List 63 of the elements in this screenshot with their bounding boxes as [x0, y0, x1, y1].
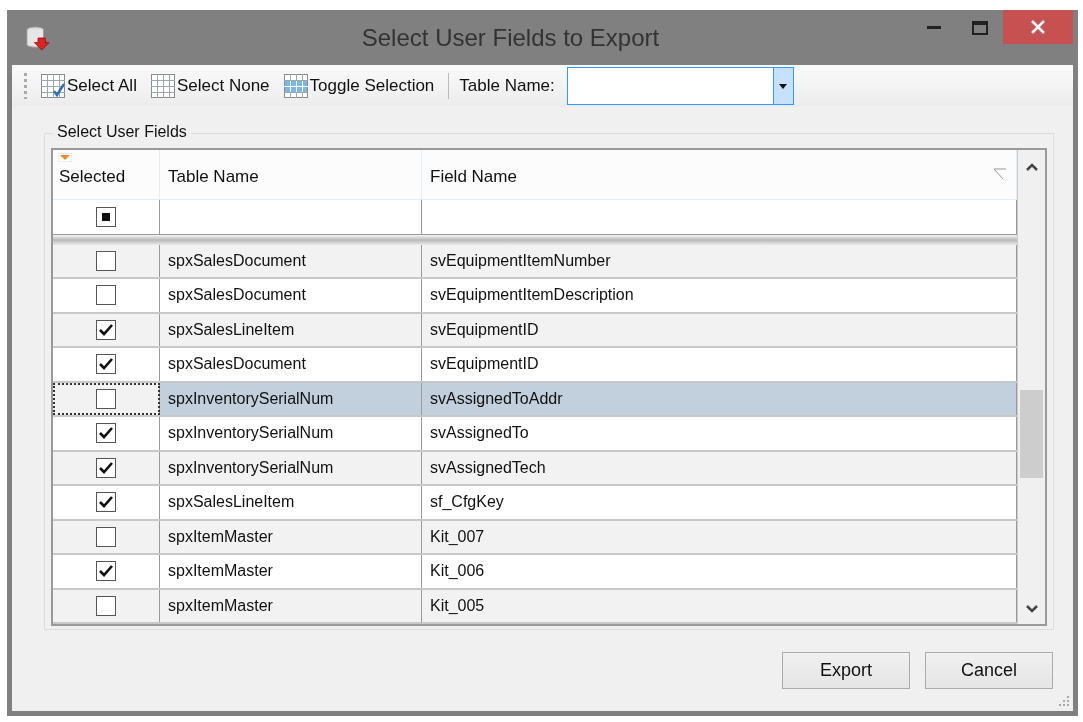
- toolbar-grip: [24, 73, 27, 99]
- table-name-dropdown[interactable]: [566, 67, 794, 105]
- close-button[interactable]: [1003, 9, 1073, 44]
- table-cell: spxItemMaster: [160, 589, 422, 623]
- toolbar-button[interactable]: Toggle Selection: [279, 74, 439, 98]
- database-export-icon: [26, 24, 50, 51]
- table-cell: spxSalesDocument: [160, 279, 422, 312]
- filter-icon: [58, 153, 72, 162]
- table-row[interactable]: spxItemMaster Kit_007: [53, 520, 1017, 556]
- toolbar-button[interactable]: Select None: [146, 74, 274, 98]
- maximize-icon: [972, 20, 988, 35]
- table-row[interactable]: spxInventorySerialNum svAssignedToAddr: [53, 382, 1017, 418]
- checkbox[interactable]: [96, 319, 116, 340]
- check-icon: [99, 565, 113, 578]
- scrollbar[interactable]: [1017, 150, 1045, 624]
- table-cell: spxItemMaster: [160, 520, 422, 554]
- checkbox[interactable]: [96, 354, 116, 375]
- close-icon: [1031, 19, 1045, 34]
- grid-check-icon: [41, 74, 65, 98]
- checkbox[interactable]: [96, 457, 116, 478]
- check-icon: [99, 461, 113, 474]
- scroll-down-icon: [1024, 604, 1039, 614]
- table-row[interactable]: spxInventorySerialNum svAssignedTech: [53, 451, 1017, 487]
- table-cell: spxInventorySerialNum: [160, 451, 422, 485]
- check-icon: [99, 358, 113, 371]
- check-icon: [99, 427, 113, 440]
- table-row[interactable]: spxSalesLineItem svEquipmentID: [53, 313, 1017, 349]
- caret-icon: [779, 83, 788, 89]
- checkbox[interactable]: [96, 595, 116, 616]
- export-button[interactable]: Export: [782, 652, 910, 689]
- grid-icon: [150, 74, 175, 98]
- checkbox[interactable]: [96, 206, 116, 227]
- checkbox[interactable]: [96, 250, 116, 271]
- toolbar-button[interactable]: Select All: [37, 74, 141, 98]
- minimize-icon: [927, 25, 941, 30]
- table-cell: svAssignedToAddr: [422, 382, 1017, 416]
- column-header[interactable]: Table Name: [160, 150, 422, 200]
- grid-highlight-icon: [283, 74, 308, 98]
- checkbox[interactable]: [96, 526, 116, 547]
- resize-grip-icon: [1058, 696, 1070, 708]
- table-cell: spxSalesDocument: [160, 348, 422, 381]
- filter-icon: [994, 168, 1006, 180]
- table-cell: spxInventorySerialNum: [160, 382, 422, 416]
- table-cell: spxSalesDocument: [160, 244, 422, 278]
- field-label: Table Name:: [459, 76, 555, 96]
- checkbox[interactable]: [96, 423, 116, 444]
- checkbox[interactable]: [96, 285, 116, 306]
- window-title: Select User Fields to Export: [360, 23, 661, 52]
- check-icon: [99, 496, 113, 509]
- checkbox[interactable]: [96, 561, 116, 582]
- column-header[interactable]: Selected: [53, 150, 160, 200]
- checkbox[interactable]: [96, 388, 116, 409]
- table-row[interactable]: spxItemMaster Kit_005: [53, 589, 1017, 625]
- scroll-up-icon: [1024, 162, 1039, 172]
- table-cell: spxSalesLineItem: [160, 486, 422, 519]
- table-row[interactable]: spxSalesDocument svEquipmentItemNumber: [53, 244, 1017, 280]
- table-cell: spxInventorySerialNum: [160, 417, 422, 450]
- table-cell: spxItemMaster: [160, 555, 422, 588]
- check-icon: [99, 323, 113, 336]
- table-cell: spxSalesLineItem: [160, 313, 422, 347]
- cancel-button[interactable]: Cancel: [925, 652, 1053, 689]
- scroll-thumb[interactable]: [1020, 390, 1043, 478]
- checkbox[interactable]: [96, 492, 116, 513]
